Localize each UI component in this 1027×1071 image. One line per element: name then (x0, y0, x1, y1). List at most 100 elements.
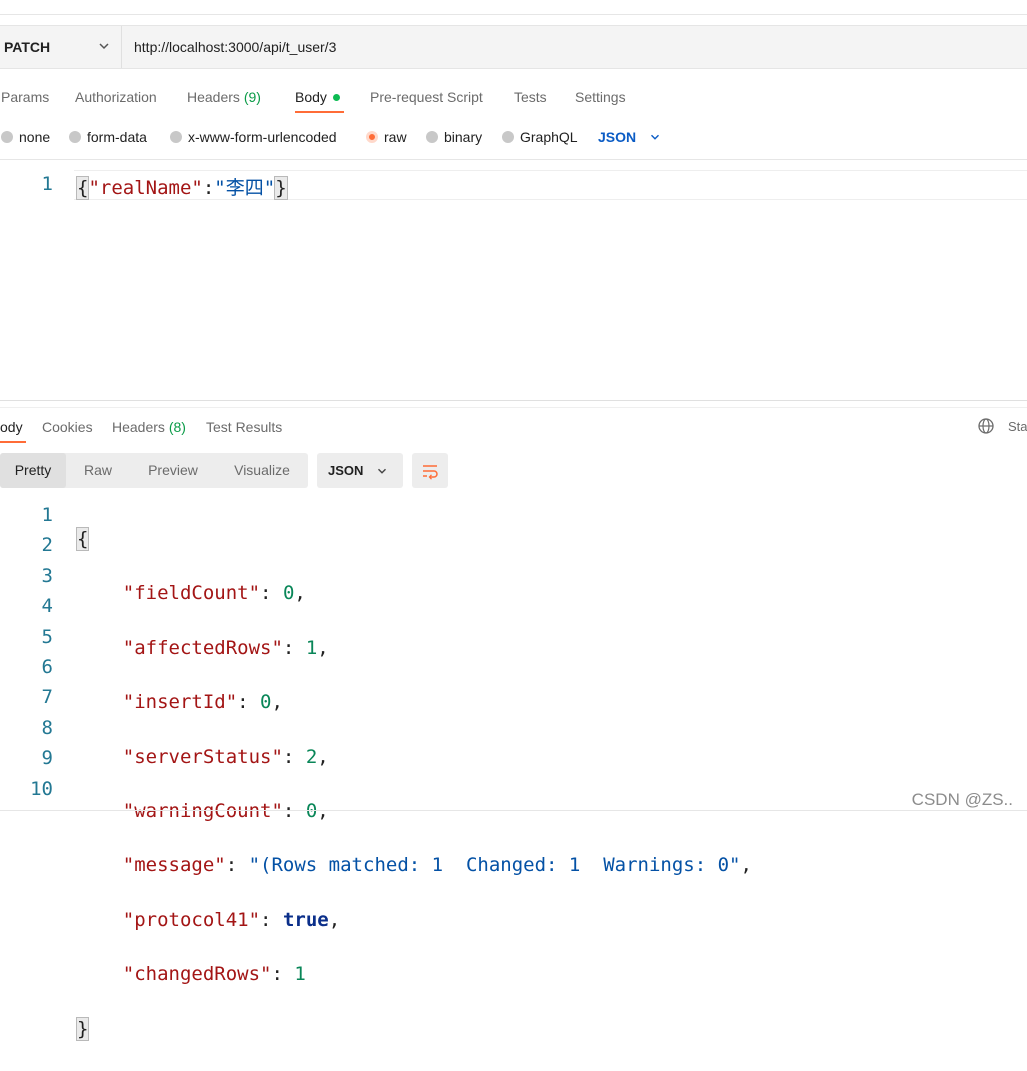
wrap-lines-icon (423, 465, 438, 480)
json-value: "(Rows matched: 1 Changed: 1 Warnings: 0… (248, 854, 741, 877)
radio-circle (502, 131, 514, 143)
code-line: "affectedRows": 1, (122, 636, 329, 659)
radio-label: binary (444, 129, 483, 145)
tab-params[interactable]: Params (1, 88, 49, 106)
method-select[interactable]: PATCH (4, 26, 50, 68)
line-number: 6 (41, 655, 53, 678)
line-number: 9 (41, 747, 53, 770)
radio-circle (426, 131, 438, 143)
pane-splitter[interactable] (0, 400, 1027, 401)
radio-none[interactable]: none (1, 128, 50, 146)
json-separator: , (294, 582, 306, 605)
url-input[interactable]: http://localhost:3000/api/t_user/3 (134, 26, 336, 68)
line-number: 2 (41, 534, 53, 557)
json-key: "changedRows" (122, 963, 272, 986)
tab-label: Params (1, 89, 50, 105)
close-brace: } (75, 1016, 90, 1041)
view-preview-button[interactable]: Preview (136, 453, 210, 488)
body-language-select[interactable]: JSON (598, 128, 662, 146)
top-divider (0, 14, 1027, 15)
response-tab-body[interactable]: ody (0, 418, 23, 436)
response-body-viewer[interactable]: { "fieldCount": 0, "affectedRows": 1, "i… (75, 503, 752, 1071)
line-number: 7 (41, 686, 53, 709)
tab-label: Body (295, 89, 327, 105)
watermark: CSDN @ZS.. (911, 790, 1013, 809)
tab-label: ody (0, 419, 23, 435)
pane-splitter-shadow (0, 407, 1027, 408)
radio-circle (170, 131, 182, 143)
active-tab-indicator (295, 111, 344, 113)
code-line: "serverStatus": 2, (122, 745, 329, 768)
radio-binary[interactable]: binary (426, 128, 482, 146)
status-label: Sta (1008, 419, 1027, 434)
line-number: 4 (41, 595, 53, 618)
response-tab-headers[interactable]: Headers (8) (112, 418, 186, 436)
wrap-lines-button[interactable] (412, 453, 448, 488)
tab-label: Headers (187, 89, 240, 105)
json-separator: , (317, 745, 329, 768)
line-number: 8 (41, 716, 53, 739)
code-line: { (75, 527, 752, 557)
json-separator: , (740, 854, 752, 877)
tab-settings[interactable]: Settings (575, 88, 626, 106)
tab-pre-request-script[interactable]: Pre-request Script (370, 88, 483, 106)
tab-body[interactable]: Body (295, 88, 340, 106)
radio-circle-selected (366, 131, 378, 143)
radio-circle (69, 131, 81, 143)
headers-count: (8) (168, 419, 186, 435)
response-format-select[interactable]: JSON (317, 453, 403, 488)
active-response-tab-indicator (0, 441, 26, 443)
request-body-editor[interactable]: {"realName":"李四"} (75, 173, 288, 200)
chevron-down-icon (651, 134, 660, 140)
code-line: } (75, 1016, 752, 1047)
headers-count: (9) (243, 89, 261, 105)
json-key: "fieldCount" (122, 582, 261, 605)
globe-icon[interactable] (977, 417, 995, 435)
line-number: 5 (41, 625, 53, 648)
json-separator: , (328, 908, 341, 931)
radio-form-data[interactable]: form-data (69, 128, 147, 146)
line-number: 1 (41, 173, 53, 195)
json-key: "message" (122, 854, 226, 877)
chevron-down-icon[interactable] (96, 38, 112, 54)
close-brace: } (274, 176, 288, 200)
radio-label: x-www-form-urlencoded (188, 129, 337, 145)
json-key: "insertId" (122, 691, 238, 714)
tab-label: Settings (575, 89, 626, 105)
tab-label: Cookies (42, 419, 93, 435)
radio-raw[interactable]: raw (366, 128, 407, 146)
view-visualize-button[interactable]: Visualize (222, 453, 302, 488)
tab-label: Tests (514, 89, 547, 105)
open-brace: { (75, 527, 90, 551)
radio-label: raw (384, 129, 407, 145)
json-value: true (282, 908, 329, 931)
json-colon: : (202, 177, 215, 199)
json-key: "affectedRows" (122, 636, 283, 659)
chevron-down-icon (378, 468, 386, 474)
json-separator: , (271, 691, 283, 714)
editor-top-divider (0, 159, 1027, 160)
tab-tests[interactable]: Tests (514, 88, 547, 106)
json-value: 0 (260, 691, 272, 714)
radio-label: form-data (87, 129, 147, 145)
json-key: "realName" (88, 177, 203, 199)
view-pretty-button[interactable]: Pretty (0, 453, 66, 488)
radio-graphql[interactable]: GraphQL (502, 128, 578, 146)
code-line: "protocol41": true, (122, 908, 341, 931)
radio-x-www-form-urlencoded[interactable]: x-www-form-urlencoded (170, 128, 337, 146)
tab-authorization[interactable]: Authorization (75, 88, 157, 106)
json-value: 2 (305, 745, 318, 768)
request-url-bar: PATCH http://localhost:3000/api/t_user/3 (0, 25, 1027, 69)
response-line-numbers: 1 2 3 4 5 6 7 8 9 10 (13, 503, 53, 807)
tab-label: Pre-request Script (370, 89, 483, 105)
line-number: 1 (41, 504, 53, 526)
response-tab-cookies[interactable]: Cookies (42, 418, 93, 436)
json-value: "李四" (214, 177, 276, 199)
body-language-label: JSON (598, 129, 637, 145)
response-format-label: JSON (328, 463, 364, 478)
tab-headers[interactable]: Headers (9) (187, 88, 261, 106)
view-raw-button[interactable]: Raw (70, 453, 126, 488)
open-brace: { (75, 176, 90, 200)
method-divider (121, 26, 122, 68)
response-tab-test-results[interactable]: Test Results (206, 418, 282, 436)
